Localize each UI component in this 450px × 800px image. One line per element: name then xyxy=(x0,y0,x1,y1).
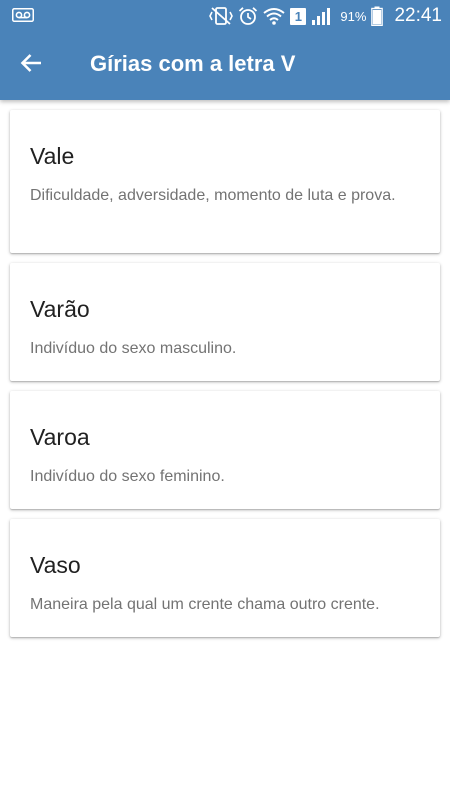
term-label: Varoa xyxy=(30,424,90,450)
list-item-varoa[interactable]: Varoa Indivíduo do sexo feminino. xyxy=(10,391,440,509)
term-label: Varão xyxy=(30,296,90,322)
alarm-icon xyxy=(238,6,258,26)
list-item-varao[interactable]: Varão Indivíduo do sexo masculino. xyxy=(10,263,440,381)
header: 1 91% 22:41 Gírias com a letra V xyxy=(0,0,450,100)
term-label: Vaso xyxy=(30,552,81,578)
wifi-icon xyxy=(263,6,286,26)
sim-icon: 1 xyxy=(290,7,307,25)
status-icons: 1 91% 22:41 xyxy=(209,3,442,29)
list-item-vale[interactable]: Vale Dificuldade, adversidade, momento d… xyxy=(10,110,440,253)
battery-percent: 91% xyxy=(340,8,367,24)
list-item-vaso[interactable]: Vaso Maneira pela qual um crente chama o… xyxy=(10,519,440,637)
clock: 22:41 xyxy=(394,5,442,26)
definition-text: Maneira pela qual um crente chama outro … xyxy=(30,596,380,613)
definition-text: Dificuldade, adversidade, momento de lut… xyxy=(30,187,396,204)
back-button[interactable] xyxy=(14,48,48,82)
status-bar: 1 91% 22:41 xyxy=(0,0,450,31)
slang-list: Vale Dificuldade, adversidade, momento d… xyxy=(10,110,440,647)
voicemail-icon xyxy=(12,6,34,24)
definition-text: Indivíduo do sexo masculino. xyxy=(30,340,237,357)
vibrate-icon xyxy=(209,6,234,26)
signal-icon xyxy=(311,6,333,26)
page-title: Gírias com a letra V xyxy=(90,51,296,76)
battery-icon xyxy=(371,6,384,26)
arrow-back-icon xyxy=(20,53,42,78)
term-label: Vale xyxy=(30,143,75,169)
screen: 1 91% 22:41 Gírias com a letra V Vale Di… xyxy=(0,0,450,800)
definition-text: Indivíduo do sexo feminino. xyxy=(30,468,225,485)
app-bar: Gírias com a letra V xyxy=(0,31,450,100)
